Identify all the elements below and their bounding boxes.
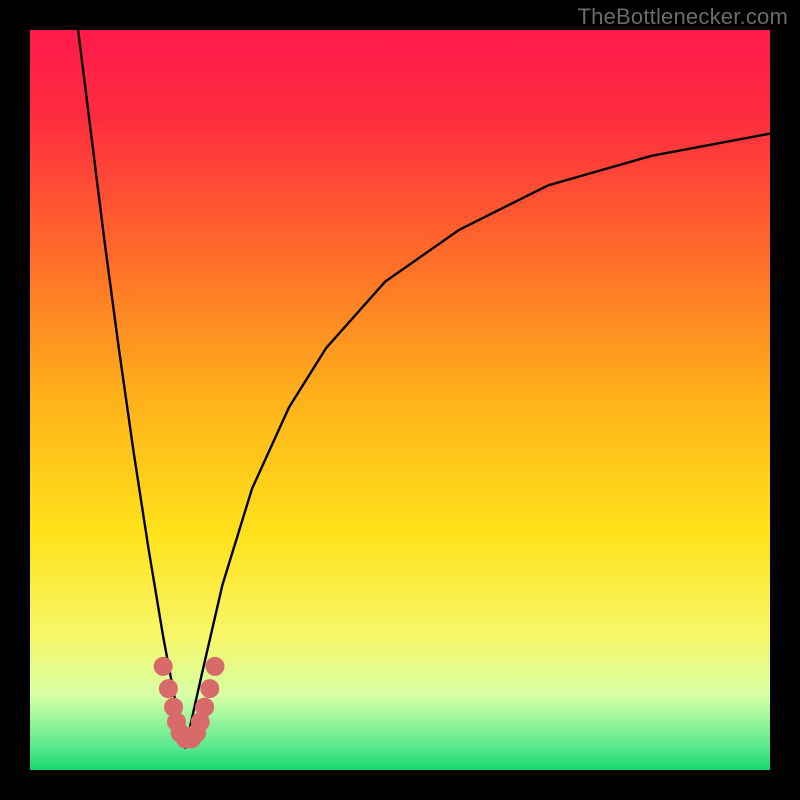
trough-marker	[159, 680, 177, 698]
trough-marker	[196, 698, 214, 716]
trough-marker	[206, 657, 224, 675]
trough-marker	[154, 657, 172, 675]
plot-area	[30, 30, 770, 770]
chart-frame: TheBottlenecker.com	[0, 0, 800, 800]
gradient-background	[30, 30, 770, 770]
watermark-text: TheBottlenecker.com	[578, 4, 788, 30]
bottleneck-curve-chart	[30, 30, 770, 770]
trough-marker	[201, 680, 219, 698]
